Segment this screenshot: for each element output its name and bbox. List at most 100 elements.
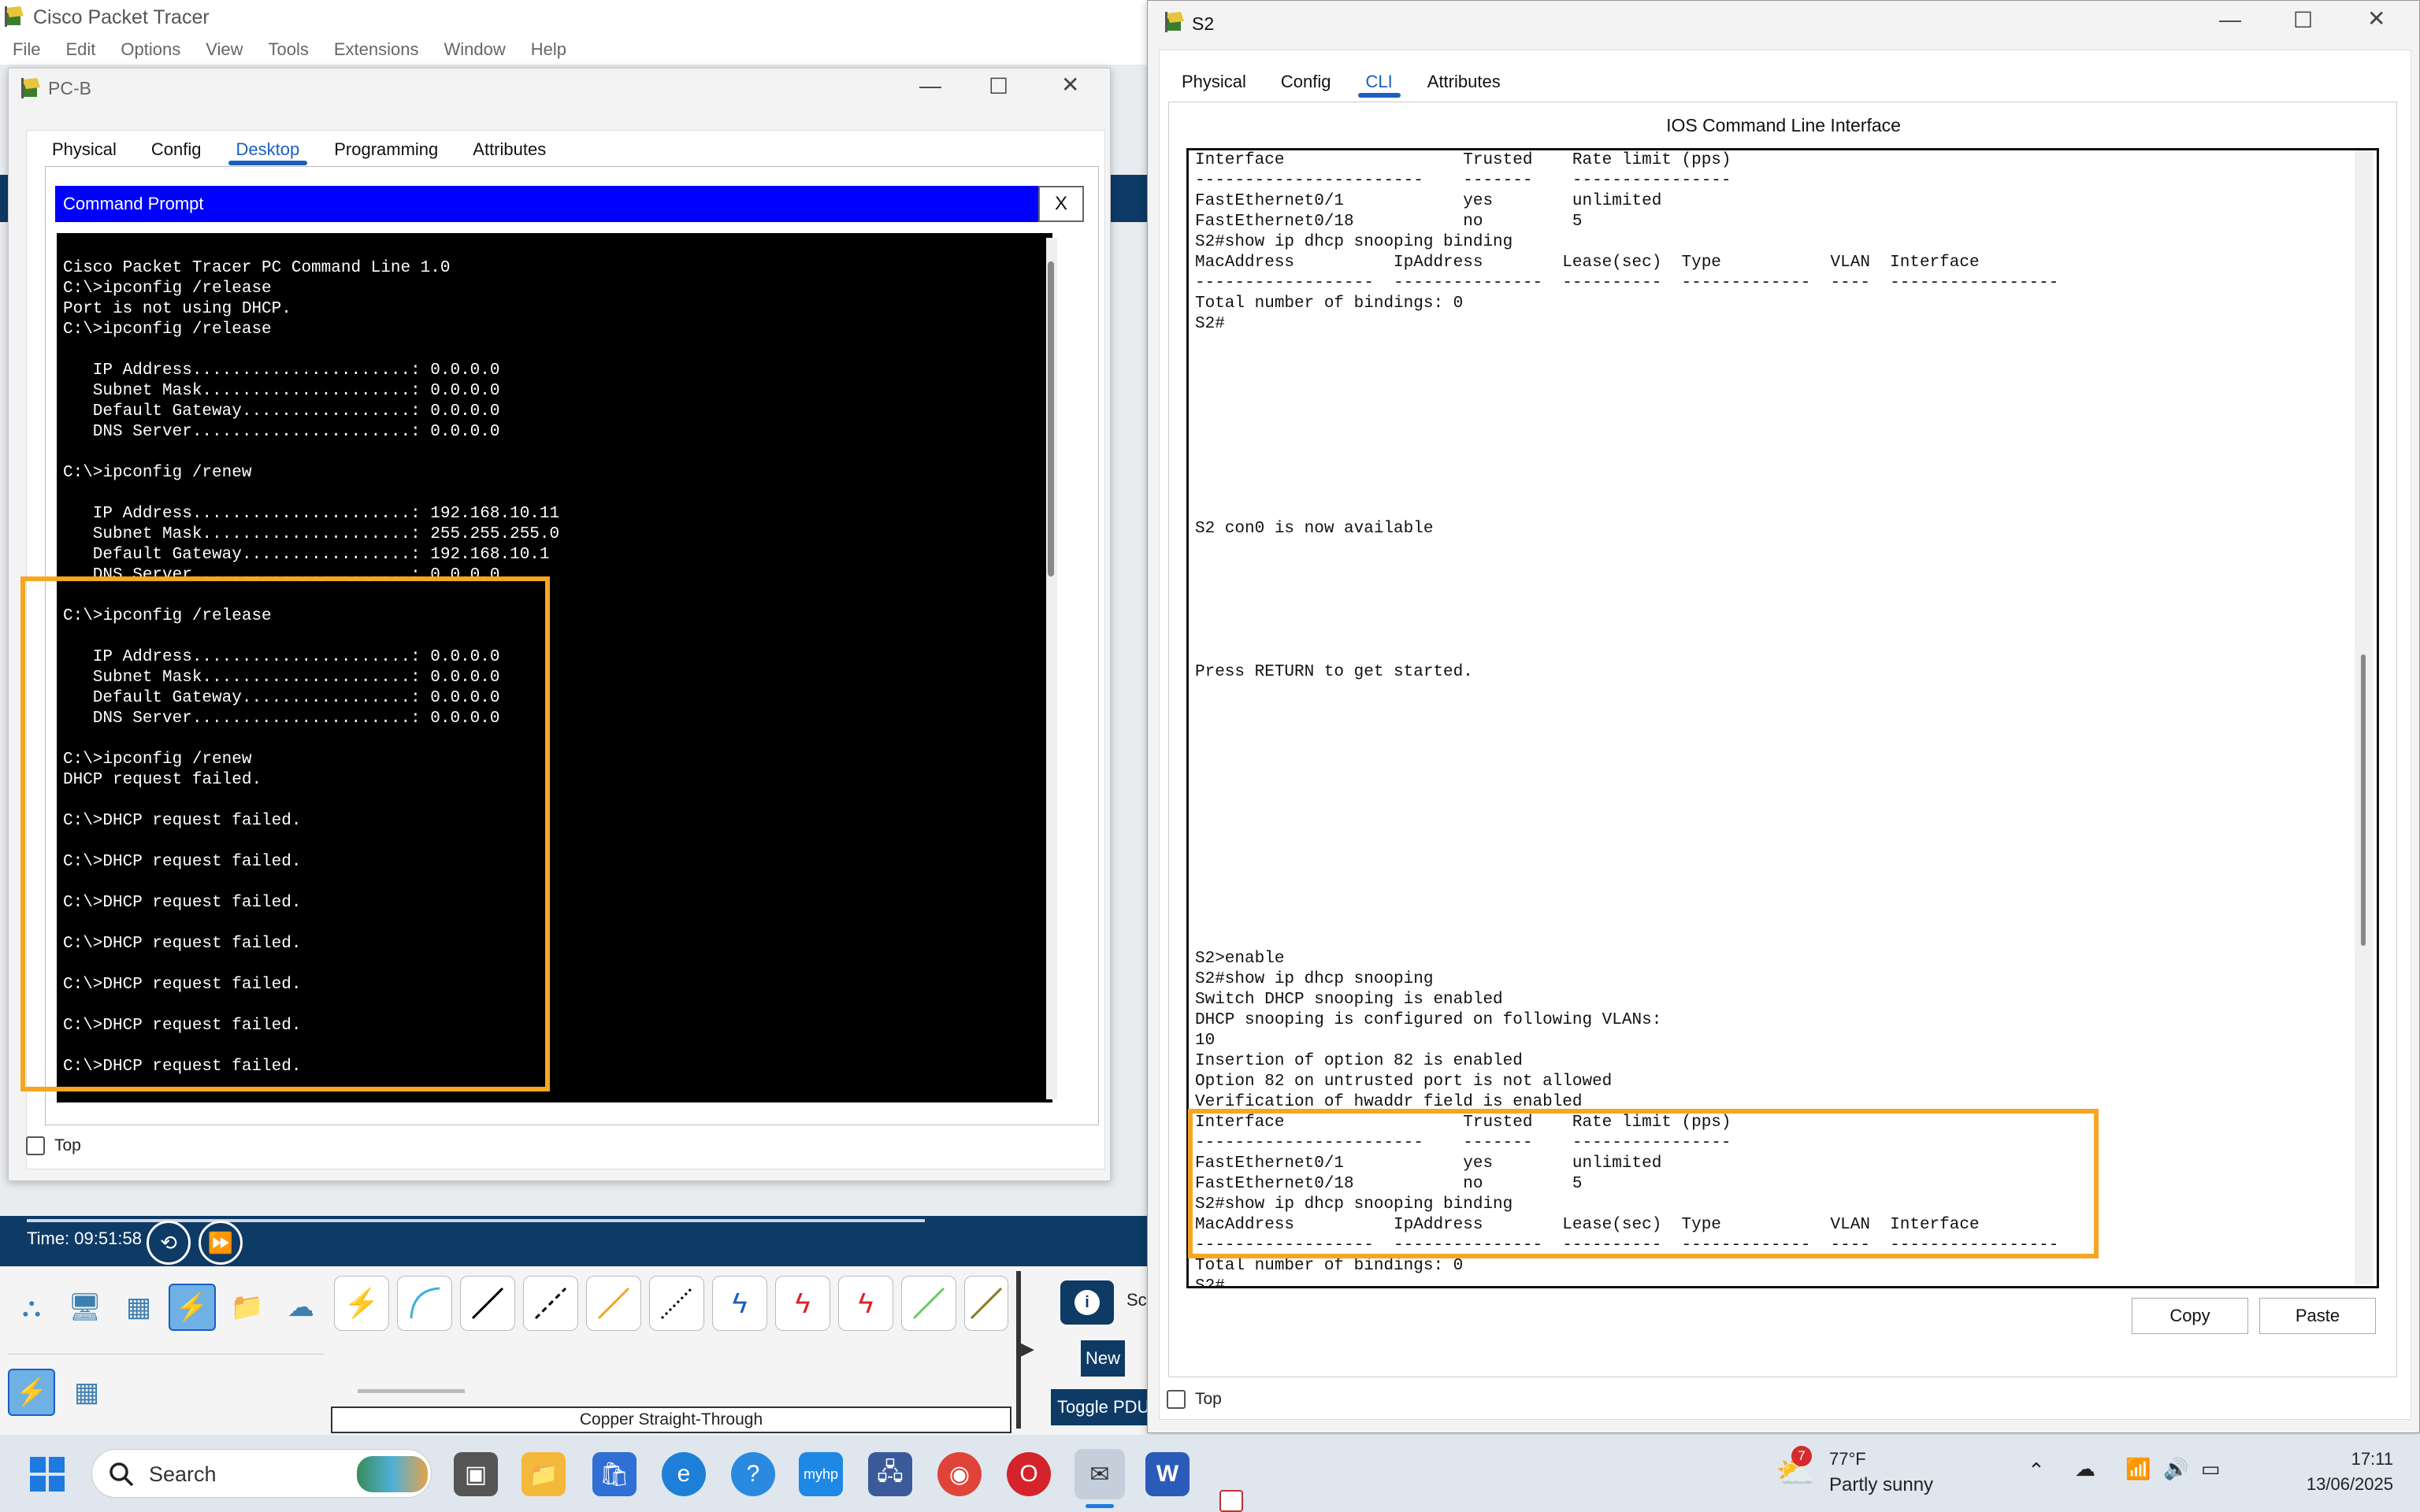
minimize-button[interactable]: — <box>919 73 941 98</box>
word-icon[interactable]: W <box>1145 1452 1190 1496</box>
maximize-icon: ☐ <box>989 74 1009 98</box>
windows-taskbar: Search ▣ 📁 🛍 e ? myhp 🖧 ◉ O ✉ W ⛅ 7 77°F… <box>0 1435 2420 1512</box>
pc-b-tabs: Physical Config Desktop Programming Attr… <box>35 132 563 167</box>
tab-desktop[interactable]: Desktop <box>219 132 317 167</box>
tab-config[interactable]: Config <box>1264 65 1349 99</box>
network-app-icon[interactable]: 🖧 <box>868 1452 912 1496</box>
taskbar-search[interactable]: Search <box>91 1449 432 1498</box>
pc-b-top-checkbox[interactable] <box>26 1136 45 1155</box>
myhp-icon[interactable]: myhp <box>799 1452 843 1496</box>
s2-top-checkbox[interactable] <box>1167 1390 1186 1409</box>
connections-subtype-icon[interactable]: ⚡ <box>8 1369 55 1416</box>
wifi-icon[interactable]: 📶 <box>2125 1457 2151 1481</box>
menu-view[interactable]: View <box>193 36 255 65</box>
tab-cli[interactable]: CLI <box>1349 65 1410 99</box>
menu-edit[interactable]: Edit <box>53 36 108 65</box>
command-prompt-header: Command Prompt X <box>55 186 1084 222</box>
serial-dce-icon[interactable]: ϟ <box>775 1276 830 1331</box>
s2-minimize-button[interactable]: — <box>2219 7 2241 32</box>
fiber-cable-icon[interactable] <box>586 1276 641 1331</box>
command-prompt-title: Command Prompt <box>63 194 204 213</box>
calendar-widget-icon[interactable] <box>1219 1490 1243 1512</box>
active-app-indicator <box>1086 1504 1114 1508</box>
file-explorer-icon[interactable]: 📁 <box>521 1452 566 1496</box>
microsoft-store-icon[interactable]: 🛍 <box>592 1452 637 1496</box>
close-button[interactable]: ✕ <box>1061 72 1079 98</box>
serial-dte-icon[interactable]: ϟ <box>838 1276 893 1331</box>
help-icon[interactable]: ? <box>731 1452 775 1496</box>
weather-temp: 77°F <box>1829 1449 1866 1469</box>
clock-time[interactable]: 17:11 <box>2307 1449 2393 1469</box>
reset-time-button[interactable]: ⟲ <box>147 1221 191 1265</box>
menu-extensions[interactable]: Extensions <box>321 36 432 65</box>
iot-cable-icon[interactable] <box>964 1276 1008 1331</box>
automatic-cable-icon[interactable]: ⚡ <box>334 1276 389 1331</box>
multiuser-cloud-icon[interactable]: ☁ <box>277 1284 325 1331</box>
onedrive-offline-icon[interactable]: ☁ <box>2075 1457 2095 1481</box>
volume-icon[interactable]: 🔊 <box>2163 1457 2188 1481</box>
pc-b-highlight-box <box>20 576 550 1091</box>
s2-maximize-button[interactable]: ☐ <box>2293 7 2313 33</box>
copper-cross-icon[interactable] <box>523 1276 578 1331</box>
terminal-scrollbar[interactable] <box>1046 238 1057 1099</box>
opera-icon[interactable]: O <box>1007 1452 1051 1496</box>
battery-icon[interactable]: ▭ <box>2201 1457 2221 1481</box>
command-prompt-close-button[interactable]: X <box>1038 186 1084 222</box>
coaxial-cable-icon[interactable]: ϟ <box>712 1276 767 1331</box>
copper-straight-icon[interactable] <box>460 1276 515 1331</box>
close-icon: ✕ <box>1061 72 1080 97</box>
ios-scroll-thumb[interactable] <box>2361 654 2366 946</box>
octal-cable-icon[interactable] <box>901 1276 956 1331</box>
ios-scrollbar[interactable] <box>2355 150 2374 1284</box>
toggle-pdu-button[interactable]: Toggle PDU <box>1051 1389 1150 1425</box>
maximize-button[interactable]: ☐ <box>989 73 1008 99</box>
windows-start-icon[interactable] <box>28 1455 66 1493</box>
menu-help[interactable]: Help <box>518 36 579 65</box>
chevron-up-icon[interactable]: ⌃ <box>2028 1458 2045 1483</box>
ios-cli-title: IOS Command Line Interface <box>1666 115 1901 135</box>
menu-window[interactable]: Window <box>431 36 518 65</box>
network-devices-icon[interactable]: ⛬ <box>8 1284 55 1331</box>
new-scenario-button[interactable]: New <box>1081 1340 1125 1377</box>
green-line-icon <box>912 1287 945 1320</box>
s2-highlight-box <box>1188 1109 2099 1258</box>
grid-icon[interactable]: ▦ <box>63 1369 110 1416</box>
tab-physical[interactable]: Physical <box>35 132 134 167</box>
menu-options[interactable]: Options <box>108 36 193 65</box>
components-icon[interactable]: ▦ <box>115 1284 162 1331</box>
s2-tabs: Physical Config CLI Attributes <box>1164 65 1518 99</box>
simulation-time: Time: 09:51:58 <box>27 1228 142 1248</box>
phone-cable-icon[interactable] <box>649 1276 704 1331</box>
tab-programming[interactable]: Programming <box>317 132 455 167</box>
selected-cable-name: Copper Straight-Through <box>331 1406 1011 1433</box>
edge-icon[interactable]: e <box>662 1452 706 1496</box>
console-cable-icon[interactable] <box>397 1276 452 1331</box>
terminal-scroll-thumb[interactable] <box>1048 261 1054 576</box>
fast-forward-button[interactable]: ⏩ <box>199 1221 243 1265</box>
copy-button[interactable]: Copy <box>2132 1298 2248 1334</box>
tab-attributes[interactable]: Attributes <box>455 132 563 167</box>
tab-config[interactable]: Config <box>134 132 219 167</box>
search-placeholder: Search <box>149 1462 217 1486</box>
connections-icon[interactable]: ⚡ <box>169 1284 216 1331</box>
tab-physical[interactable]: Physical <box>1164 65 1264 99</box>
pdu-info-button[interactable]: i <box>1060 1280 1114 1325</box>
paste-button[interactable]: Paste <box>2259 1298 2376 1334</box>
menu-file[interactable]: File <box>0 36 53 65</box>
s2-close-button[interactable]: ✕ <box>2367 6 2385 32</box>
clock-date[interactable]: 13/06/2025 <box>2259 1474 2393 1495</box>
menu-tools[interactable]: Tools <box>256 36 321 65</box>
s2-top-label: Top <box>1195 1390 1222 1408</box>
search-icon <box>109 1462 134 1487</box>
tab-attributes[interactable]: Attributes <box>1410 65 1518 99</box>
miscellaneous-icon[interactable]: 📁 <box>224 1284 271 1331</box>
search-highlight-image <box>357 1456 428 1492</box>
clock-reset-icon: ⟲ <box>160 1230 177 1254</box>
chrome-icon[interactable]: ◉ <box>937 1452 982 1496</box>
packet-tracer-taskbar-icon[interactable]: ✉ <box>1075 1449 1125 1499</box>
end-devices-icon[interactable]: 🖥 <box>61 1284 109 1331</box>
packet-tracer-logo-icon <box>1165 12 1184 32</box>
pc-b-title: PC-B <box>48 78 91 98</box>
palette-expand-arrow-icon[interactable]: ▶ <box>1021 1339 1034 1359</box>
task-view-icon[interactable]: ▣ <box>454 1452 498 1496</box>
